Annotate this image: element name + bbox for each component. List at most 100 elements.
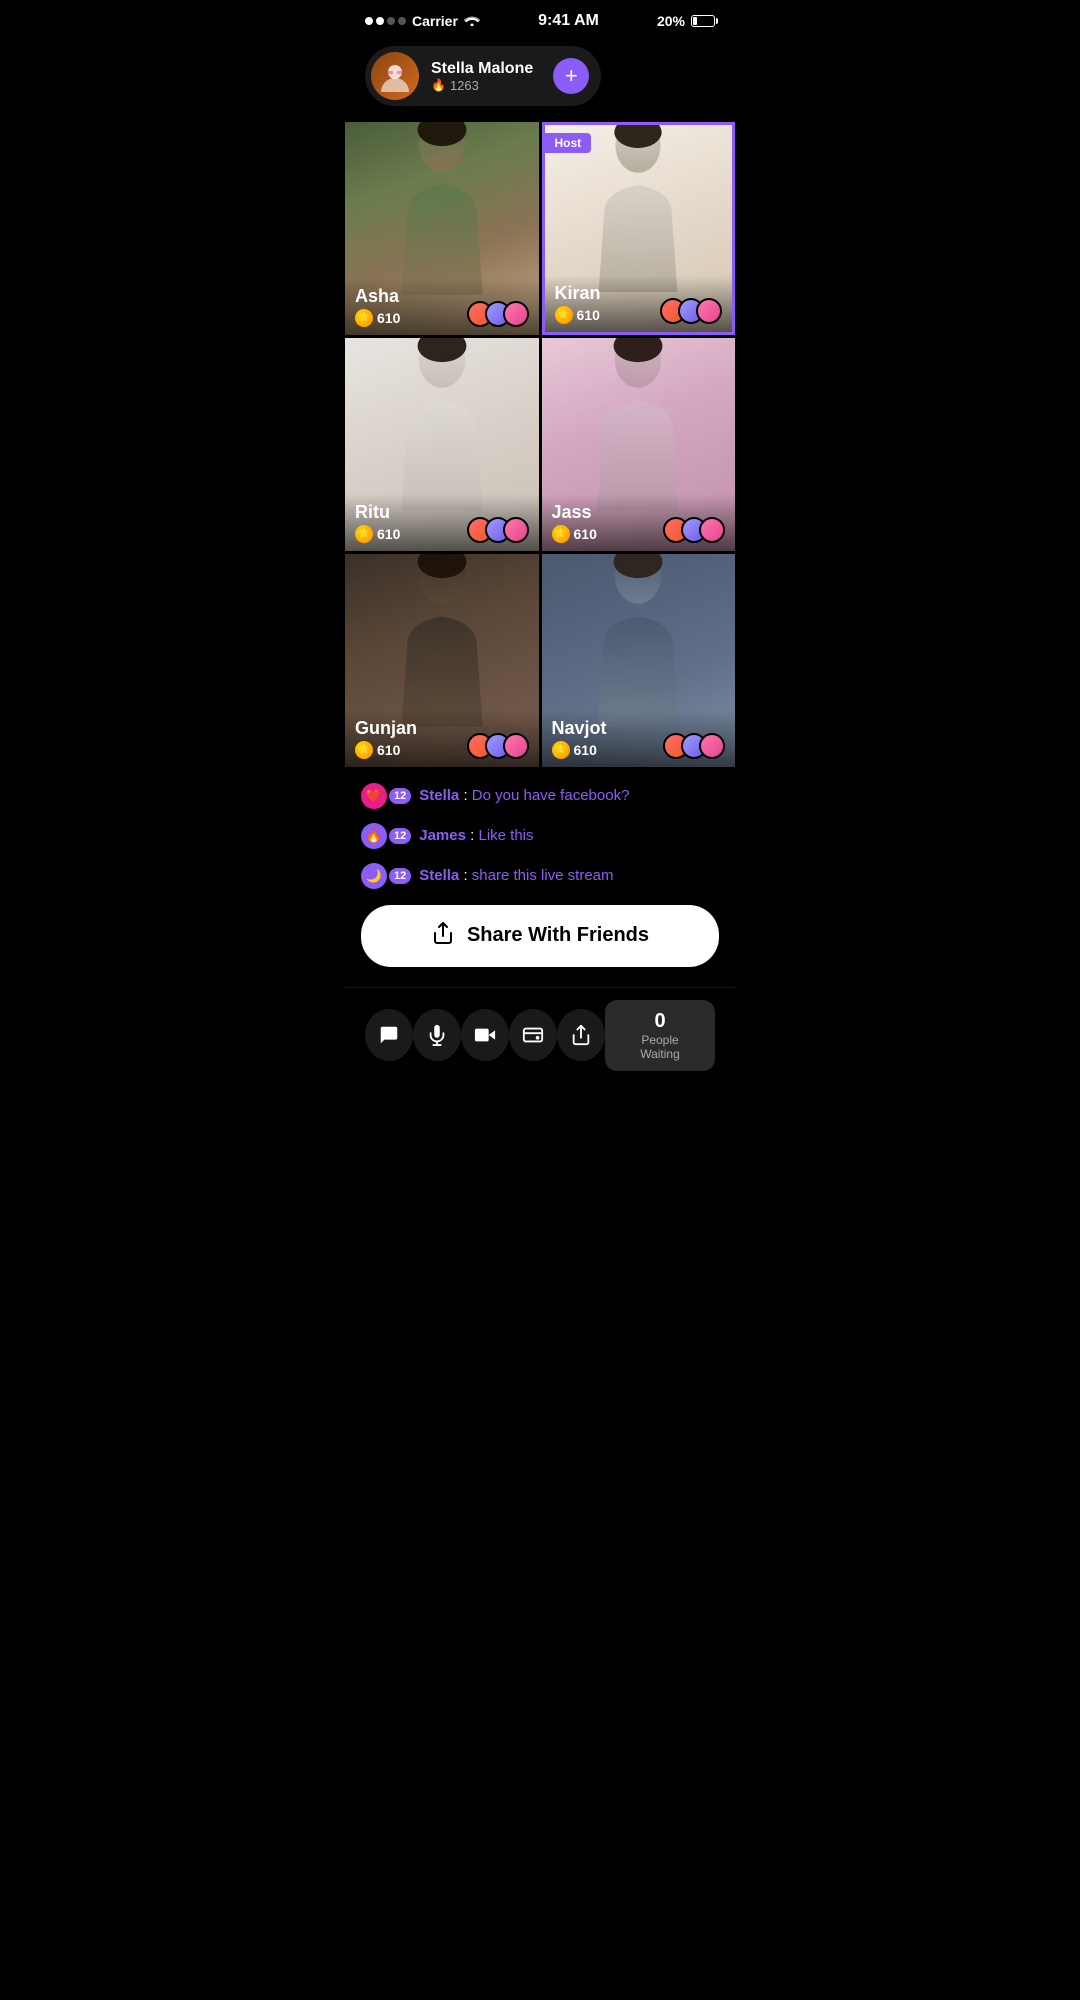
coin-icon: ⭐ [355,741,373,759]
coin-value: 610 [574,526,597,542]
cell-bottom: Jass ⭐610 [542,494,736,551]
cell-bottom: Gunjan ⭐610 [345,710,539,767]
video-cell-gunjan[interactable]: Gunjan ⭐610 [345,554,539,767]
signal-dot-1 [365,17,373,25]
chat-badge: 🔥12 [361,823,411,849]
coin-value: 610 [377,526,400,542]
signal-dot-3 [387,17,395,25]
user-name: Stella Malone [431,60,533,78]
people-count: 0 [621,1010,699,1033]
viewer-avatar-2 [699,733,725,759]
cell-bottom: Ritu ⭐610 [345,494,539,551]
wallet-button[interactable] [509,1009,557,1061]
chat-message: 🔥12 James : Like this [361,823,719,849]
viewer-avatars [467,301,529,327]
video-button[interactable] [461,1009,509,1061]
bottom-bar: 0 People Waiting [345,987,735,1095]
cell-bottom: Navjot ⭐610 [542,710,736,767]
status-right: 20% [657,13,715,29]
chat-text: Stella : share this live stream [419,867,613,884]
chat-section: ❤️12Stella : Do you have facebook?🔥12Jam… [345,783,735,889]
viewer-avatars [467,733,529,759]
video-grid: Asha⭐610HostKiran⭐610Ritu⭐610Jass⭐610Gun… [345,122,735,767]
cell-bottom: Kiran ⭐610 [545,275,733,332]
time-display: 9:41 AM [538,12,599,30]
people-waiting-label: People Waiting [621,1033,699,1061]
status-left: Carrier [365,13,480,29]
badge-icon: 🌙 [361,863,387,889]
coin-value: 610 [377,310,400,326]
cell-bottom: Asha ⭐610 [345,278,539,335]
battery-percent: 20% [657,13,685,29]
badge-level: 12 [389,788,411,804]
viewer-avatar-2 [503,517,529,543]
fire-icon: 🔥 [431,78,446,92]
cell-coins-asha: ⭐610 [355,309,400,327]
video-cell-asha[interactable]: Asha ⭐610 [345,122,539,335]
user-avatar [371,52,419,100]
add-button[interactable]: + [553,58,589,94]
user-info: Stella Malone 🔥 1263 [431,60,533,93]
chat-badge: 🌙12 [361,863,411,889]
microphone-button[interactable] [413,1009,461,1061]
badge-level: 12 [389,828,411,844]
score-value: 1263 [450,78,479,93]
signal-dot-2 [376,17,384,25]
cell-name-gunjan: Gunjan [355,718,417,739]
viewer-avatars [663,517,725,543]
cell-name-asha: Asha [355,286,400,307]
share-with-friends-button[interactable]: Share With Friends [361,905,719,967]
video-cell-kiran[interactable]: Host Kiran ⭐610 [542,122,736,335]
chat-badge: ❤️12 [361,783,411,809]
chat-text: Stella : Do you have facebook? [419,787,629,804]
cell-coins-gunjan: ⭐610 [355,741,417,759]
share-section: Share With Friends [345,905,735,987]
carrier-label: Carrier [412,13,458,29]
coin-value: 610 [377,742,400,758]
signal-dot-4 [398,17,406,25]
viewer-avatar-2 [696,298,722,324]
cell-name-ritu: Ritu [355,502,400,523]
badge-level: 12 [389,868,411,884]
cell-name-kiran: Kiran [555,283,601,304]
chat-button[interactable] [365,1009,413,1061]
coin-icon: ⭐ [355,309,373,327]
viewer-avatar-2 [503,301,529,327]
status-bar: Carrier 9:41 AM 20% [345,0,735,38]
user-score: 🔥 1263 [431,78,533,93]
cell-coins-kiran: ⭐610 [555,306,601,324]
chat-text: James : Like this [419,827,533,844]
cell-coins-ritu: ⭐610 [355,525,400,543]
coin-icon: ⭐ [555,306,573,324]
host-badge: Host [545,133,592,153]
badge-icon: 🔥 [361,823,387,849]
cell-coins-navjot: ⭐610 [552,741,607,759]
signal-dots [365,17,406,25]
viewer-avatars [663,733,725,759]
coin-icon: ⭐ [355,525,373,543]
coin-icon: ⭐ [552,525,570,543]
share-icon [431,921,455,951]
wifi-icon [464,13,480,29]
cell-coins-jass: ⭐610 [552,525,597,543]
chat-message: 🌙12 Stella : share this live stream [361,863,719,889]
coin-value: 610 [577,307,600,323]
cell-name-navjot: Navjot [552,718,607,739]
coin-value: 610 [574,742,597,758]
badge-icon: ❤️ [361,783,387,809]
chat-message: ❤️12 Stella : Do you have facebook? [361,783,719,809]
video-cell-jass[interactable]: Jass ⭐610 [542,338,736,551]
share-button[interactable] [557,1009,605,1061]
viewer-avatar-2 [503,733,529,759]
viewer-avatars [660,298,722,324]
video-cell-navjot[interactable]: Navjot ⭐610 [542,554,736,767]
viewer-avatar-2 [699,517,725,543]
people-waiting-panel: 0 People Waiting [605,1000,715,1071]
viewer-avatars [467,517,529,543]
user-header: Stella Malone 🔥 1263 + [365,46,601,106]
battery-icon [691,15,715,27]
cell-name-jass: Jass [552,502,597,523]
share-button-label: Share With Friends [467,924,649,947]
coin-icon: ⭐ [552,741,570,759]
video-cell-ritu[interactable]: Ritu ⭐610 [345,338,539,551]
